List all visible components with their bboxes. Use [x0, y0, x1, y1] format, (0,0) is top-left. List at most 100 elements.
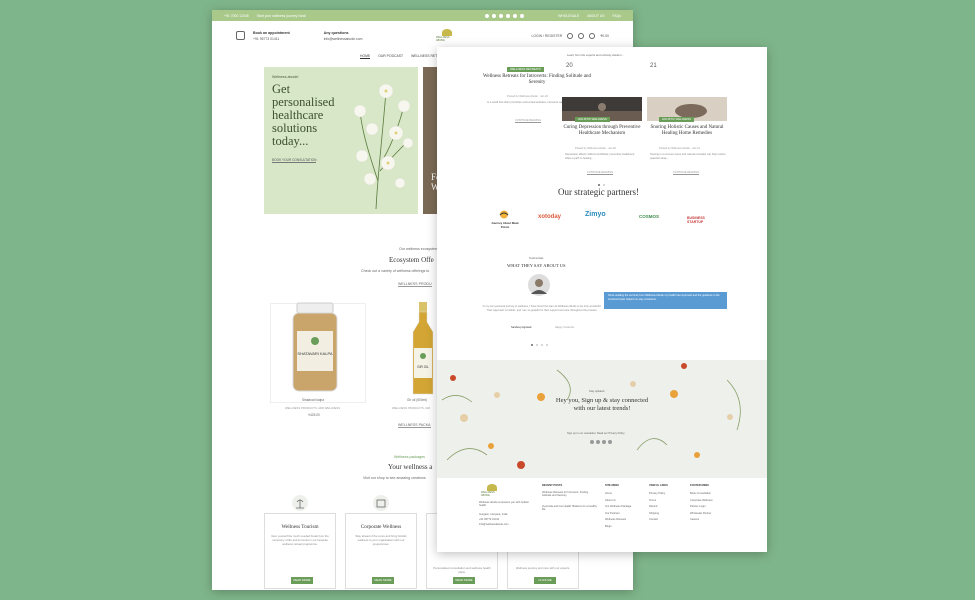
hero-title: Get personalised healthcare solutions to… — [272, 82, 335, 148]
site-logo[interactable]: WELLNESS ABODE — [436, 28, 458, 43]
nav-podcast[interactable]: OUR PODCAST — [378, 54, 403, 58]
partner-logo[interactable]: BUSINESS STARTUP — [687, 216, 717, 224]
newsletter-section: Stay updated Hey you, Sign up & stay con… — [437, 360, 767, 478]
blog-footer-page-screenshot: Learn from the experts and embody wisdom… — [437, 47, 767, 552]
footer-email[interactable]: info@wellnessabode.com — [479, 523, 509, 526]
partner-logo[interactable]: Zimyo — [585, 211, 606, 218]
continue-reading-link[interactable]: CONTINUE READING — [515, 119, 542, 123]
testimonial-dots[interactable] — [531, 344, 548, 346]
wellness-subtitle: Visit our shop to see amazing creations — [363, 476, 426, 480]
product-name[interactable]: Shatavari kalpa — [302, 398, 324, 402]
post-tag[interactable]: HOLISTIC WELLNESS — [659, 117, 694, 122]
footer-link[interactable]: Book Consultation — [690, 491, 713, 498]
testimonial-author: Sandeep Agrawal — [511, 326, 532, 329]
corporate-icon — [373, 495, 389, 511]
partner-logo[interactable]: COSMOS — [639, 214, 659, 219]
product-meta: WELLNESS PRODUCTS, GIR — [392, 406, 431, 410]
newsletter-social-icons[interactable] — [590, 440, 612, 444]
wellness-products-tab[interactable]: WELLNESS PRODU — [398, 282, 432, 287]
newsletter-title: Hey you, Sign up & stay connected with o… — [555, 397, 649, 412]
footer-link[interactable]: Careers — [690, 517, 713, 524]
site-header: Book an appointment +91 95773 01411 Any q… — [212, 21, 633, 50]
avatar — [528, 274, 550, 296]
wishlist-icon[interactable] — [578, 32, 585, 39]
card-desc: Give yourself the much needed break from… — [271, 534, 329, 546]
continue-reading-link[interactable]: CONTINUE READING — [587, 171, 614, 175]
product-price: ₹425.00 — [308, 413, 320, 417]
search-icon[interactable] — [567, 32, 574, 39]
recent-post[interactable]: Wellness Retreats for Introverts: Findin… — [542, 491, 597, 497]
post-date: 20 — [566, 63, 573, 69]
read-more-button[interactable]: READ MORE — [453, 577, 475, 584]
cart-icon[interactable] — [589, 32, 596, 39]
partner-logo[interactable]: Journey About Mask Points — [488, 221, 522, 229]
questions-title: Any questions — [323, 30, 349, 35]
partner-logo-mark — [499, 210, 509, 219]
oil-label: GIR OIL — [417, 365, 429, 369]
footer-about: Wellness abode empowers you with holisti… — [479, 501, 529, 507]
testimonial-text: In my own personal journey to wellness, … — [482, 305, 602, 312]
footer-address: Gurgaon, Haryana, India — [479, 513, 508, 516]
login-link[interactable]: LOGIN / REGISTER — [532, 34, 563, 38]
wellness-packages-tab[interactable]: WELLNESS PACKA — [398, 423, 431, 428]
post-date: 21 — [650, 63, 657, 69]
footer-col-title: USEFUL LINKS — [649, 484, 668, 487]
top-text: Learn from the experts and embody wisdom… — [567, 53, 624, 57]
footer-col-title: FOOTER MENU — [690, 484, 710, 487]
product-meta: WELLNESS PRODUCTS, ADD WELLNESS — [285, 406, 341, 410]
footer-phone[interactable]: +91 95773 01411 — [479, 518, 499, 521]
post-meta: Posted by Wellness Abode · Jan 20 — [575, 147, 616, 150]
appointment-phone[interactable]: +91 95773 01411 — [253, 37, 290, 41]
nav-home[interactable]: HOME — [360, 54, 371, 59]
wellness-title: Your wellness a — [388, 463, 433, 471]
post-excerpt: Snoring is a common issue and natural re… — [650, 153, 726, 160]
topbar-phone[interactable]: +91 7000 12345 — [224, 14, 249, 18]
partner-logo[interactable]: xotoday — [538, 214, 561, 220]
recent-posts-title: RECENT POSTS — [542, 484, 563, 487]
blog-carousel-dots[interactable] — [598, 184, 605, 186]
continue-reading-link[interactable]: CONTINUE READING — [673, 171, 700, 175]
click-me-button[interactable]: CLICK ME — [534, 577, 556, 584]
card-desc: Stay ahead of the curve and bring holist… — [355, 534, 407, 546]
social-icons[interactable] — [485, 13, 525, 18]
post-title[interactable]: Snoring Holistic Causes and Natural Heal… — [647, 125, 727, 137]
footer-link[interactable]: Privacy Policy — [649, 491, 665, 498]
newsletter-eyebrow: Stay updated — [589, 390, 605, 393]
appointment-title: Book an appointment — [253, 30, 290, 35]
footer-link[interactable]: Blogs — [605, 524, 631, 531]
footer-col-1: Home About Us Our Wellness Package Our P… — [605, 491, 631, 530]
recent-post[interactable]: Ayurveda and Gut Health: Balance for a h… — [542, 505, 597, 511]
read-more-button[interactable]: READ MORE — [372, 577, 394, 584]
post-tag[interactable]: HOLISTIC WELLNESS — [575, 117, 610, 122]
topbar-link-faqs[interactable]: FAQs — [613, 14, 621, 18]
post-title[interactable]: Wellness Retreats for Introverts: Findin… — [482, 74, 592, 86]
footer-col-title: SITE MENU — [605, 484, 620, 487]
book-consultation-link[interactable]: BOOK YOUR CONSULTATION — [272, 158, 317, 163]
cart-total[interactable]: ₹0.00 — [600, 34, 609, 38]
wellness-eyebrow: Wellness packages — [394, 455, 425, 459]
read-more-button[interactable]: READ MORE — [291, 577, 313, 584]
phone-icon — [236, 31, 245, 40]
questions-email[interactable]: info@wellnessabode.com — [324, 37, 363, 41]
footer-logo[interactable]: WELLNESS ABODE — [481, 484, 503, 498]
card-title: Corporate Wellness — [360, 524, 402, 530]
site-footer: WELLNESS ABODE Wellness abode empowers y… — [437, 478, 767, 552]
flower-image — [353, 83, 414, 209]
card-title: Wellness Tourism — [281, 524, 319, 530]
ecosystem-subtitle: Check out a variety of wellness offering… — [361, 269, 430, 273]
hero-banner: Wellness abode! Get personalised healthc… — [264, 67, 418, 214]
tourism-icon — [292, 495, 308, 511]
post-tag[interactable]: WELLNESS RETREATS — [507, 67, 544, 72]
service-card-corporate: Corporate Wellness Stay ahead of the cur… — [345, 513, 417, 589]
privacy-text[interactable]: Sign up to our newsletter. Read our Priv… — [567, 432, 625, 435]
shatavari-jar-image: SHATAVARI KALPA — [292, 302, 338, 392]
product-name[interactable]: Gir oil (500ml) — [407, 398, 427, 402]
topbar-link-about[interactable]: ABOUT US — [587, 14, 604, 18]
footer-link[interactable]: Our Wellness Package — [605, 504, 631, 511]
post-title[interactable]: Curing Depression through Preventive Hea… — [562, 125, 642, 137]
footer-col-2: Privacy Policy Terms Refund Shipping Con… — [649, 491, 665, 524]
topbar-link-wholesale[interactable]: WHOLESALE — [558, 14, 579, 18]
partners-title: Our strategic partners! — [558, 187, 639, 197]
footer-link[interactable]: Contact — [649, 517, 665, 524]
testimonial-author-role: Happy Customer — [555, 326, 575, 329]
